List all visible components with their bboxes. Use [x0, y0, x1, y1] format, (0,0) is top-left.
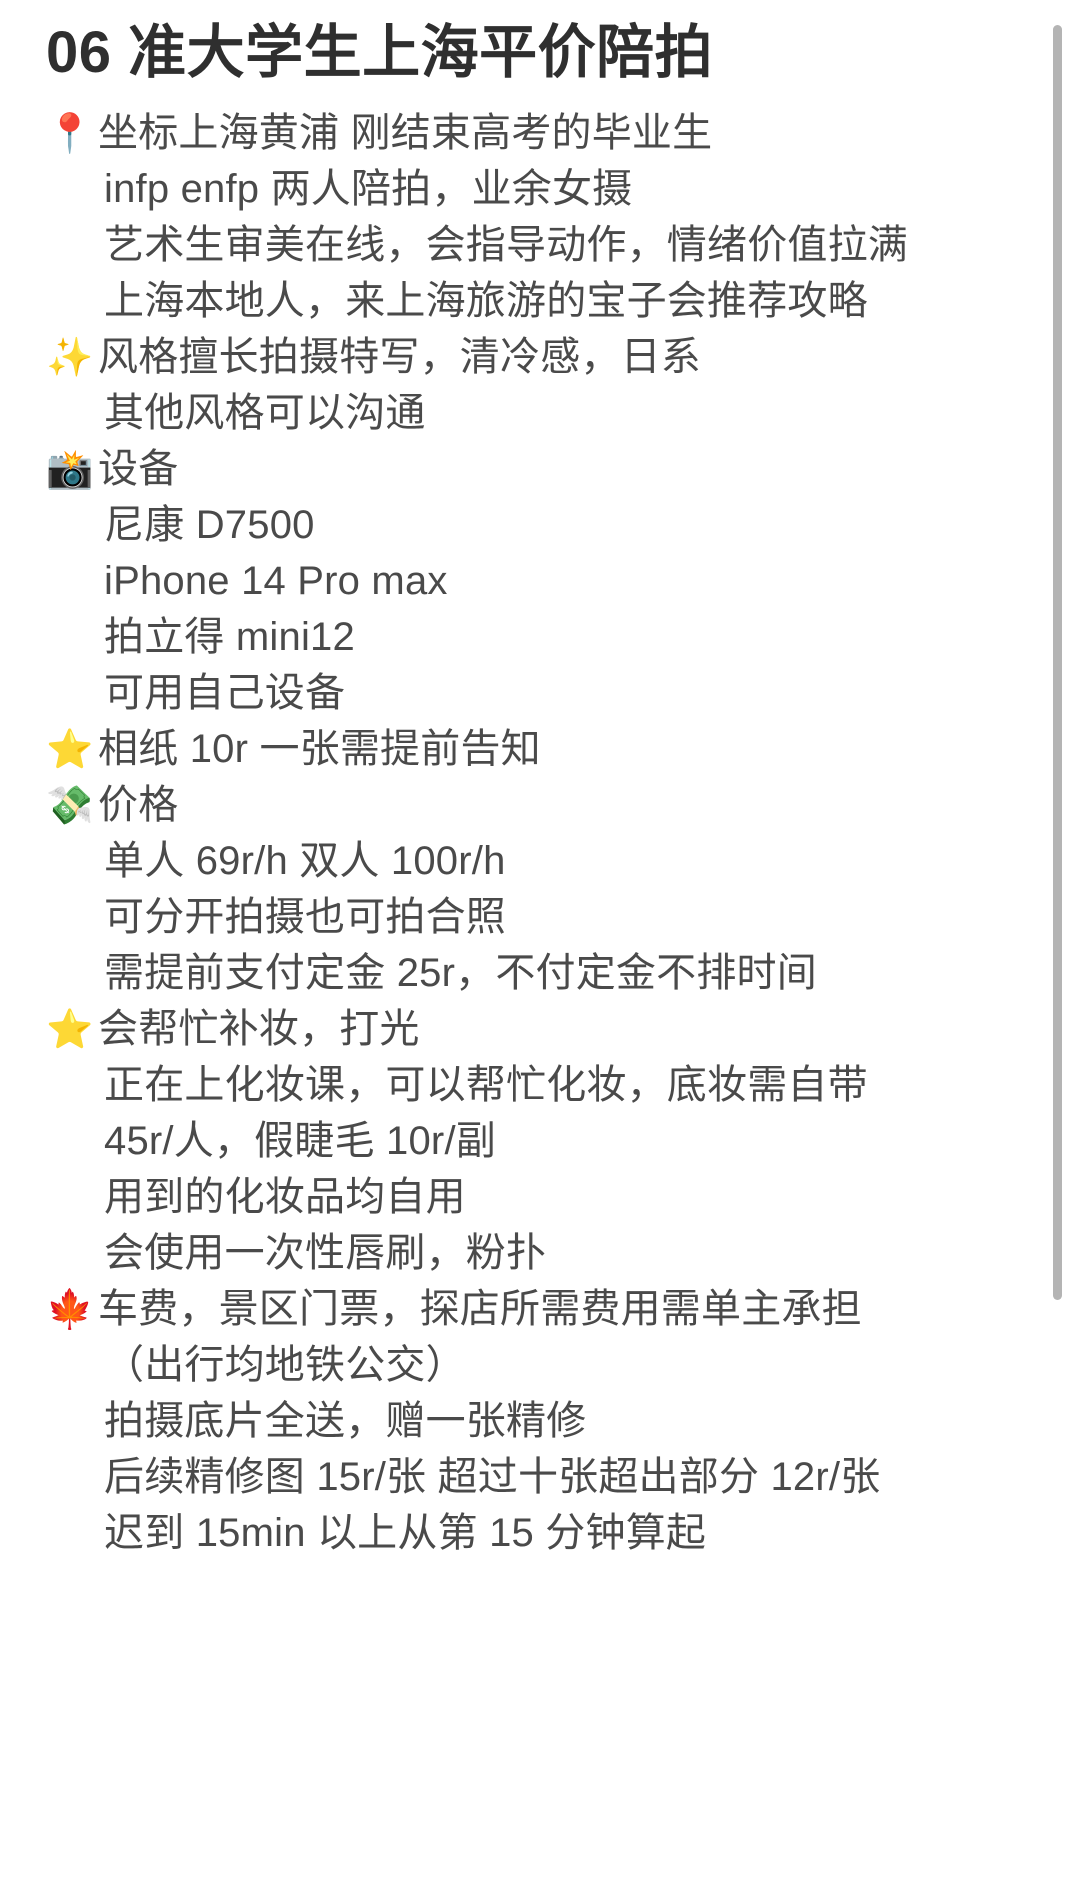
note-line-text: （出行均地铁公交） [104, 1342, 466, 1387]
note-page: 06 准大学生上海平价陪拍 📍 坐标上海黄浦 刚结束高考的毕业生 infp enfp… [0, 0, 1080, 1901]
note-line: infp enfp 两人陪拍，业余女摄 [46, 161, 1006, 217]
note-line: 拍立得 mini12 [46, 609, 1006, 665]
note-line-text: 车费，景区门票，探店所需费用需单主承担 [98, 1286, 862, 1331]
note-line: 尼康 D7500 [46, 497, 1006, 553]
vertical-scrollbar-track[interactable] [1053, 0, 1072, 1901]
note-line-text: 可用自己设备 [104, 670, 346, 715]
note-line-text: 可分开拍摄也可拍合照 [104, 894, 506, 939]
note-line-text: 其他风格可以沟通 [104, 390, 426, 435]
note-line: 💸 价格 [46, 777, 1006, 833]
note-line: 可用自己设备 [46, 665, 1006, 721]
vertical-scrollbar-thumb[interactable] [1053, 25, 1062, 1300]
note-line-text: 会使用一次性唇刷，粉扑 [104, 1230, 547, 1275]
note-line: 会使用一次性唇刷，粉扑 [46, 1225, 1006, 1281]
note-line: （出行均地铁公交） [46, 1337, 1006, 1393]
note-line: 上海本地人，来上海旅游的宝子会推荐攻略 [46, 273, 1006, 329]
note-line: ✨ 风格擅长拍摄特写，清冷感，日系 [46, 329, 1006, 385]
note-line-text: 价格 [98, 782, 179, 827]
note-line-text: infp enfp 两人陪拍，业余女摄 [104, 166, 633, 211]
note-line: 需提前支付定金 25r，不付定金不排时间 [46, 945, 1006, 1001]
line-emoji-icon: 📍 [46, 110, 94, 155]
note-line-text: 风格擅长拍摄特写，清冷感，日系 [98, 334, 701, 379]
line-emoji-icon: ⭐ [46, 1006, 94, 1051]
note-line: 拍摄底片全送，赠一张精修 [46, 1393, 1006, 1449]
note-line-text: 用到的化妆品均自用 [104, 1174, 466, 1219]
line-emoji-icon: 💸 [46, 782, 94, 827]
note-line: 其他风格可以沟通 [46, 385, 1006, 441]
note-body: 📍 坐标上海黄浦 刚结束高考的毕业生 infp enfp 两人陪拍，业余女摄艺术生审… [46, 105, 1006, 1561]
line-emoji-icon: 📸 [46, 446, 94, 491]
note-line: 📸 设备 [46, 441, 1006, 497]
note-line: 后续精修图 15r/张 超过十张超出部分 12r/张 [46, 1449, 1006, 1505]
note-line: 📍 坐标上海黄浦 刚结束高考的毕业生 [46, 105, 1006, 161]
note-line-text: 需提前支付定金 25r，不付定金不排时间 [104, 950, 817, 995]
note-line: 艺术生审美在线，会指导动作，情绪价值拉满 [46, 217, 1006, 273]
note-line: iPhone 14 Pro max [46, 553, 1006, 609]
note-line: 单人 69r/h 双人 100r/h [46, 833, 1006, 889]
note-line-text: iPhone 14 Pro max [104, 558, 448, 603]
note-line: 可分开拍摄也可拍合照 [46, 889, 1006, 945]
note-line: ⭐ 会帮忙补妆，打光 [46, 1001, 1006, 1057]
note-line: 45r/人，假睫毛 10r/副 [46, 1113, 1006, 1169]
note-line-text: 设备 [98, 446, 179, 491]
note-line-text: 拍立得 mini12 [104, 614, 355, 659]
note-line-text: 单人 69r/h 双人 100r/h [104, 838, 506, 883]
note-line-text: 正在上化妆课，可以帮忙化妆，底妆需自带 [104, 1062, 868, 1107]
note-line-text: 尼康 D7500 [104, 502, 315, 547]
note-line-text: 会帮忙补妆，打光 [98, 1006, 420, 1051]
note-line: 正在上化妆课，可以帮忙化妆，底妆需自带 [46, 1057, 1006, 1113]
page-title: 06 准大学生上海平价陪拍 [46, 20, 714, 85]
note-line: 用到的化妆品均自用 [46, 1169, 1006, 1225]
note-line: 🍁 车费，景区门票，探店所需费用需单主承担 [46, 1281, 1006, 1337]
note-line-text: 坐标上海黄浦 刚结束高考的毕业生 [98, 110, 713, 155]
note-line-text: 拍摄底片全送，赠一张精修 [104, 1398, 587, 1443]
note-line-text: 相纸 10r 一张需提前告知 [98, 726, 541, 771]
note-line-text: 艺术生审美在线，会指导动作，情绪价值拉满 [104, 222, 908, 267]
note-line: ⭐ 相纸 10r 一张需提前告知 [46, 721, 1006, 777]
line-emoji-icon: ⭐ [46, 726, 94, 771]
note-line-text: 迟到 15min 以上从第 15 分钟算起 [104, 1510, 707, 1555]
line-emoji-icon: ✨ [46, 334, 94, 379]
note-line-text: 45r/人，假睫毛 10r/副 [104, 1118, 496, 1163]
line-emoji-icon: 🍁 [46, 1286, 94, 1331]
note-line-text: 后续精修图 15r/张 超过十张超出部分 12r/张 [104, 1454, 881, 1499]
note-line-text: 上海本地人，来上海旅游的宝子会推荐攻略 [104, 278, 868, 323]
note-line: 迟到 15min 以上从第 15 分钟算起 [46, 1505, 1006, 1561]
note-content-card: 06 准大学生上海平价陪拍 📍 坐标上海黄浦 刚结束高考的毕业生 infp enfp… [0, 0, 1040, 1901]
